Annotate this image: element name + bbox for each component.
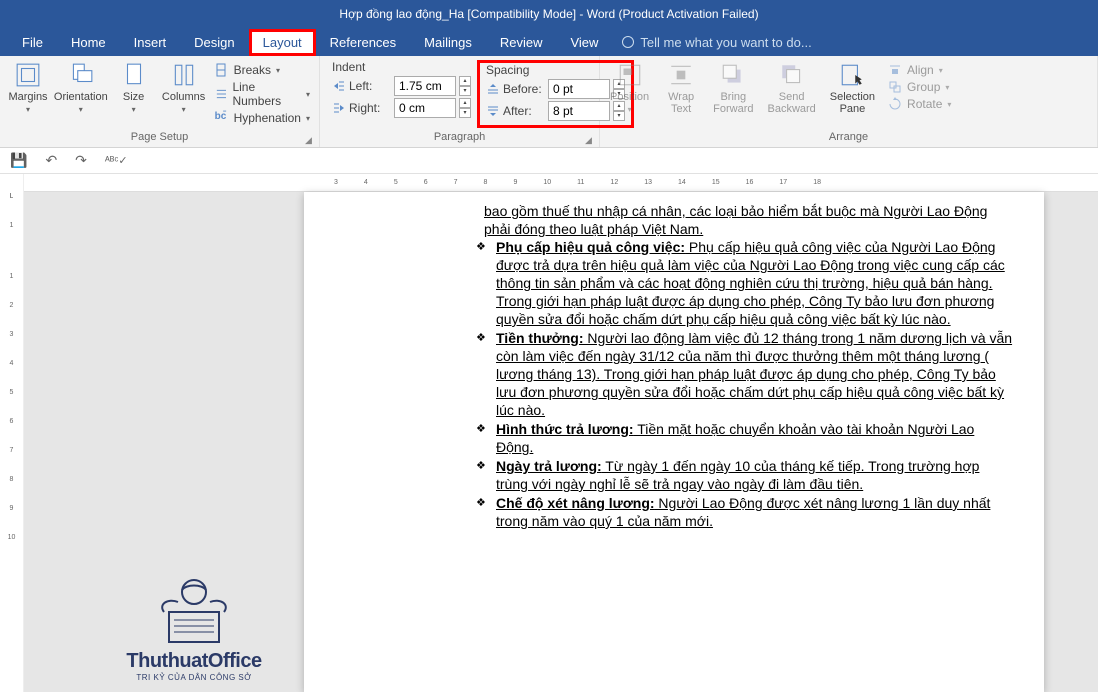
ribbon: Margins▾ Orientation▾ Size▾ Columns▾ Bre… (0, 56, 1098, 148)
send-backward-icon (779, 62, 805, 88)
group-icon (888, 80, 902, 94)
spacing-before-icon (486, 82, 500, 96)
document-content[interactable]: bao gồm thuế thu nhập cá nhân, các loại … (484, 202, 1014, 530)
page[interactable]: bao gồm thuế thu nhập cá nhân, các loại … (304, 192, 1044, 692)
tell-me[interactable]: Tell me what you want to do... (622, 35, 811, 50)
columns-button[interactable]: Columns▾ (162, 60, 206, 118)
breaks-icon (215, 63, 229, 77)
tab-mailings[interactable]: Mailings (410, 29, 486, 56)
vertical-ruler[interactable]: ʟ 112345678910 (0, 174, 24, 692)
wrap-text-icon (668, 62, 694, 88)
group-label-page-setup: Page Setup (6, 131, 313, 145)
group-page-setup: Margins▾ Orientation▾ Size▾ Columns▾ Bre… (0, 56, 320, 147)
tab-insert[interactable]: Insert (120, 29, 181, 56)
doc-bullet-item: Chế độ xét nâng lương: Người Lao Động đư… (484, 494, 1014, 530)
watermark-illustration-icon (134, 570, 254, 650)
group-label-paragraph: Paragraph (326, 131, 593, 145)
size-button[interactable]: Size▾ (112, 60, 156, 118)
tell-me-label: Tell me what you want to do... (640, 35, 811, 50)
tab-review[interactable]: Review (486, 29, 557, 56)
indent-left-icon (332, 79, 346, 93)
rotate-button[interactable]: Rotate▾ (885, 96, 954, 112)
save-icon[interactable]: 💾 (10, 152, 27, 169)
hyphenation-button[interactable]: bc̄ Hyphenation▾ (212, 110, 313, 126)
hyphenation-icon: bc̄ (215, 111, 229, 125)
doc-bullet-item: Ngày trả lương: Từ ngày 1 đến ngày 10 củ… (484, 457, 1014, 493)
orientation-icon (68, 62, 94, 88)
paragraph-launcher[interactable]: ◢ (585, 135, 595, 145)
indent-heading: Indent (332, 60, 471, 74)
doc-fragment-top: bao gồm thuế thu nhập cá nhân, các loại … (484, 202, 1014, 238)
align-button[interactable]: Align▾ (885, 62, 954, 78)
doc-bullet-item: Hình thức trả lương: Tiền mặt hoặc chuyể… (484, 420, 1014, 456)
margins-icon (15, 62, 41, 88)
position-icon (617, 62, 643, 88)
indent-left-input[interactable] (394, 76, 456, 96)
group-label-arrange: Arrange (606, 131, 1091, 145)
doc-bullet-item: Tiền thưởng: Người lao động làm việc đủ … (484, 329, 1014, 419)
size-icon (121, 62, 147, 88)
selection-pane-icon (839, 62, 865, 88)
quick-access-bar: 💾 ↶ ↷ ᴬᴮᶜ✓ (0, 148, 1098, 174)
position-button[interactable]: Position▾ (606, 60, 653, 118)
ribbon-tabs: File Home Insert Design Layout Reference… (0, 28, 1098, 56)
align-icon (888, 63, 902, 77)
doc-bullet-item: Phụ cấp hiệu quả công việc: Phụ cấp hiệu… (484, 238, 1014, 328)
bulb-icon (622, 36, 634, 48)
margins-button[interactable]: Margins▾ (6, 60, 50, 118)
watermark: ThuthuatOffice TRI KỶ CỦA DÂN CÔNG SỞ (94, 570, 294, 682)
title-bar: Hợp đồng lao động_Ha [Compatibility Mode… (0, 0, 1098, 28)
breaks-button[interactable]: Breaks▾ (212, 62, 313, 78)
tab-references[interactable]: References (316, 29, 410, 56)
spacing-after-icon (486, 104, 500, 118)
tab-view[interactable]: View (556, 29, 612, 56)
tab-design[interactable]: Design (180, 29, 248, 56)
document-area: ʟ 112345678910 3456789101112131415161718… (0, 174, 1098, 692)
bring-forward-icon (720, 62, 746, 88)
indent-right-spinner[interactable]: ▴▾ (459, 98, 471, 118)
undo-icon[interactable]: ↶ (45, 152, 57, 169)
horizontal-ruler[interactable]: 3456789101112131415161718 (24, 174, 1098, 192)
send-backward-button[interactable]: Send Backward (763, 60, 819, 117)
line-numbers-button[interactable]: Line Numbers▾ (212, 79, 313, 109)
indent-left-spinner[interactable]: ▴▾ (459, 76, 471, 96)
group-paragraph: Indent Left: ▴▾ Right: ▴▾ Spacing (320, 56, 600, 147)
selection-pane-button[interactable]: Selection Pane (826, 60, 879, 117)
tab-layout[interactable]: Layout (249, 29, 316, 56)
redo-icon[interactable]: ↷ (75, 152, 87, 169)
spellcheck-icon[interactable]: ᴬᴮᶜ✓ (105, 154, 128, 167)
group-button[interactable]: Group▾ (885, 79, 954, 95)
indent-right-input[interactable] (394, 98, 456, 118)
indent-right-icon (332, 101, 346, 115)
orientation-button[interactable]: Orientation▾ (56, 60, 106, 118)
group-arrange: Position▾ Wrap Text Bring Forward Send B… (600, 56, 1098, 147)
window-title: Hợp đồng lao động_Ha [Compatibility Mode… (339, 7, 758, 21)
columns-icon (171, 62, 197, 88)
watermark-title: ThuthuatOffice (94, 650, 294, 673)
tab-file[interactable]: File (8, 29, 57, 56)
page-setup-launcher[interactable]: ◢ (305, 135, 315, 145)
tab-home[interactable]: Home (57, 29, 120, 56)
line-numbers-icon (215, 87, 228, 101)
watermark-subtitle: TRI KỶ CỦA DÂN CÔNG SỞ (94, 673, 294, 682)
rotate-icon (888, 97, 902, 111)
bring-forward-button[interactable]: Bring Forward (709, 60, 757, 117)
wrap-text-button[interactable]: Wrap Text (659, 60, 703, 117)
